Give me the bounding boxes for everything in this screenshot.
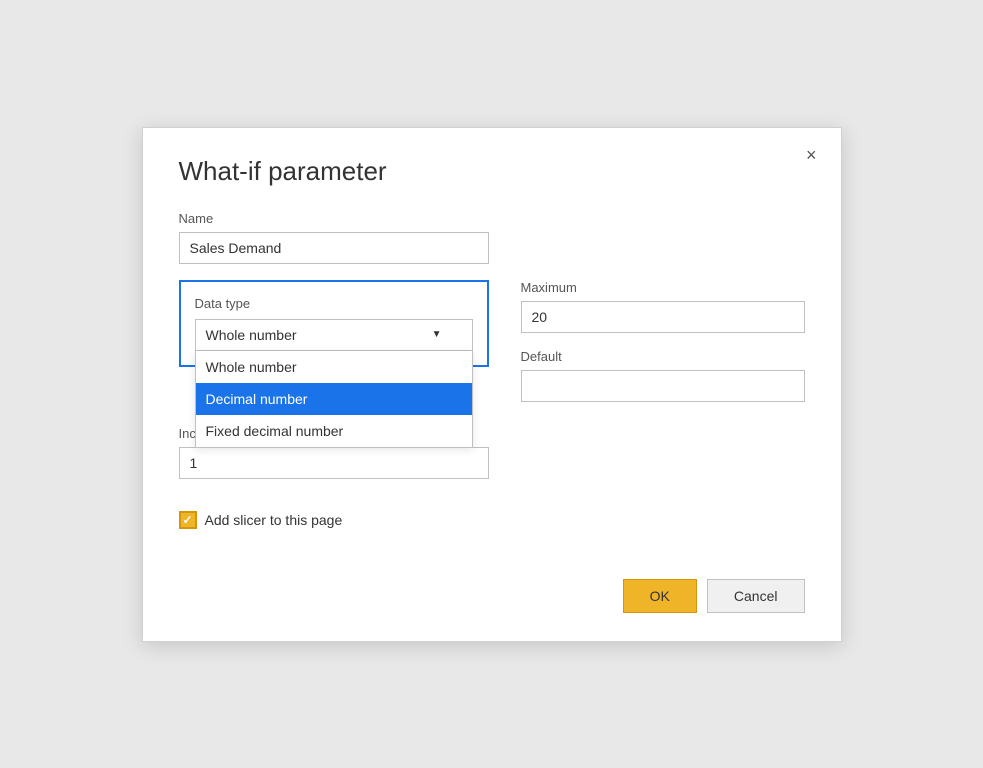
cancel-button[interactable]: Cancel	[707, 579, 805, 613]
checkbox-label: Add slicer to this page	[205, 512, 343, 528]
default-section: Default	[521, 349, 805, 402]
dialog-footer: OK Cancel	[179, 569, 805, 613]
default-label: Default	[521, 349, 805, 364]
default-input[interactable]	[521, 370, 805, 402]
name-input[interactable]	[179, 232, 489, 264]
data-type-selected-value: Whole number	[206, 327, 297, 343]
maximum-label: Maximum	[521, 280, 805, 295]
close-button[interactable]: ×	[800, 142, 823, 168]
increment-input[interactable]	[179, 447, 489, 479]
maximum-section: Maximum	[521, 280, 805, 333]
checkbox-row: ✓ Add slicer to this page	[179, 511, 805, 529]
data-type-dropdown: Whole number Decimal number Fixed decima…	[195, 351, 473, 448]
add-slicer-checkbox[interactable]: ✓	[179, 511, 197, 529]
name-label: Name	[179, 211, 805, 226]
dropdown-item-whole-number[interactable]: Whole number	[196, 351, 472, 383]
name-section: Name	[179, 211, 805, 264]
maximum-input[interactable]	[521, 301, 805, 333]
dialog-title: What-if parameter	[179, 156, 805, 187]
dropdown-item-fixed-decimal[interactable]: Fixed decimal number	[196, 415, 472, 447]
data-type-label: Data type	[195, 296, 473, 311]
dialog-overlay: × What-if parameter Name Data type Whole…	[0, 0, 983, 768]
ok-button[interactable]: OK	[623, 579, 697, 613]
what-if-dialog: × What-if parameter Name Data type Whole…	[142, 127, 842, 642]
checkmark-icon: ✓	[182, 513, 192, 527]
dropdown-item-decimal-number[interactable]: Decimal number	[196, 383, 472, 415]
data-type-select-wrapper: Whole number ▼ Whole number Decimal numb…	[195, 319, 473, 351]
data-type-section: Data type Whole number ▼ Whole number De…	[179, 280, 489, 367]
data-type-select[interactable]: Whole number ▼	[195, 319, 473, 351]
select-arrow-icon: ▼	[432, 329, 442, 340]
